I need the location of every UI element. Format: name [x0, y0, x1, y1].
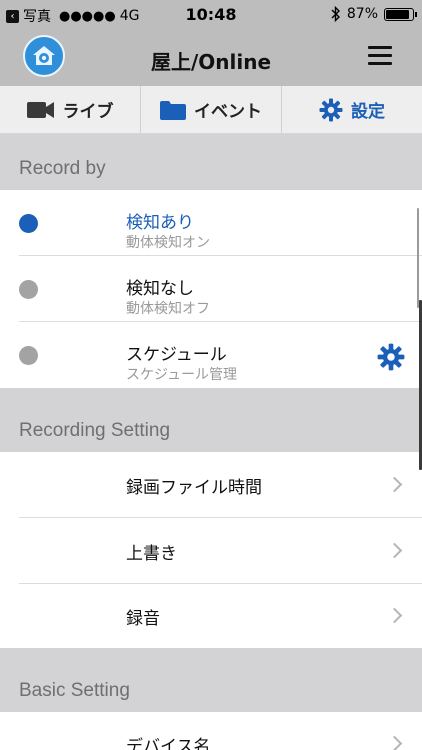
section-header-recording-setting: Recording Setting	[0, 388, 422, 452]
setting-label: 録音	[126, 609, 160, 629]
radio-unselected-icon[interactable]	[19, 280, 38, 299]
status-bar: ‹ 写真 ●●●●● 4G 10:48 87%	[0, 0, 422, 30]
page-title: 屋上/Online	[150, 50, 272, 74]
section-header-record-by: Record by	[0, 134, 422, 190]
radio-selected-icon[interactable]	[19, 214, 38, 233]
setting-item-overwrite[interactable]: 上書き	[0, 518, 422, 584]
bluetooth-icon	[331, 6, 340, 22]
video-camera-icon	[26, 101, 54, 118]
setting-item-audio-recording[interactable]: 録音	[0, 584, 422, 648]
status-right: 87%	[331, 6, 417, 22]
radio-unselected-icon[interactable]	[19, 346, 38, 365]
schedule-settings-gear-icon[interactable]	[377, 343, 405, 371]
option-sublabel: 動体検知オフ	[126, 301, 210, 317]
tab-bar: ライブ イベント 設定	[0, 86, 422, 134]
tab-event[interactable]: イベント	[141, 86, 282, 133]
option-label: スケジュール	[126, 345, 227, 365]
chevron-right-icon	[386, 735, 403, 750]
record-option-schedule[interactable]: スケジュール スケジュール管理	[0, 322, 422, 388]
chevron-right-icon	[386, 476, 403, 493]
hamburger-menu-icon[interactable]	[368, 46, 392, 66]
section-title: Recording Setting	[19, 420, 171, 441]
battery-percent: 87%	[346, 6, 378, 22]
tab-live[interactable]: ライブ	[0, 86, 141, 133]
folder-icon	[160, 100, 186, 120]
gear-icon	[319, 98, 343, 121]
setting-item-device-name[interactable]: デバイス名	[0, 712, 422, 750]
option-label: 検知あり	[126, 213, 194, 233]
setting-label: デバイス名	[126, 737, 211, 750]
battery-icon	[384, 7, 417, 21]
setting-label: 録画ファイル時間	[126, 478, 262, 498]
setting-item-file-duration[interactable]: 録画ファイル時間	[0, 452, 422, 518]
tab-settings[interactable]: 設定	[282, 86, 422, 133]
tab-settings-label: 設定	[351, 102, 385, 122]
tab-live-label: ライブ	[62, 102, 114, 122]
section-header-basic-setting: Basic Setting	[0, 648, 422, 712]
scrollbar-track[interactable]	[417, 208, 419, 308]
nav-bar: 屋上/Online	[0, 30, 422, 86]
setting-label: 上書き	[126, 544, 177, 564]
record-option-motion-off[interactable]: 検知なし 動体検知オフ	[0, 256, 422, 322]
battery-fill	[386, 9, 409, 19]
option-label: 検知なし	[126, 279, 194, 299]
option-sublabel: 動体検知オン	[126, 235, 210, 251]
record-option-motion-on[interactable]: 検知あり 動体検知オン	[0, 190, 422, 256]
chevron-right-icon	[386, 542, 403, 559]
chevron-right-icon	[386, 607, 403, 624]
tab-event-label: イベント	[194, 102, 262, 122]
option-sublabel: スケジュール管理	[126, 367, 238, 383]
section-title: Record by	[19, 158, 106, 179]
section-title: Basic Setting	[19, 680, 130, 701]
